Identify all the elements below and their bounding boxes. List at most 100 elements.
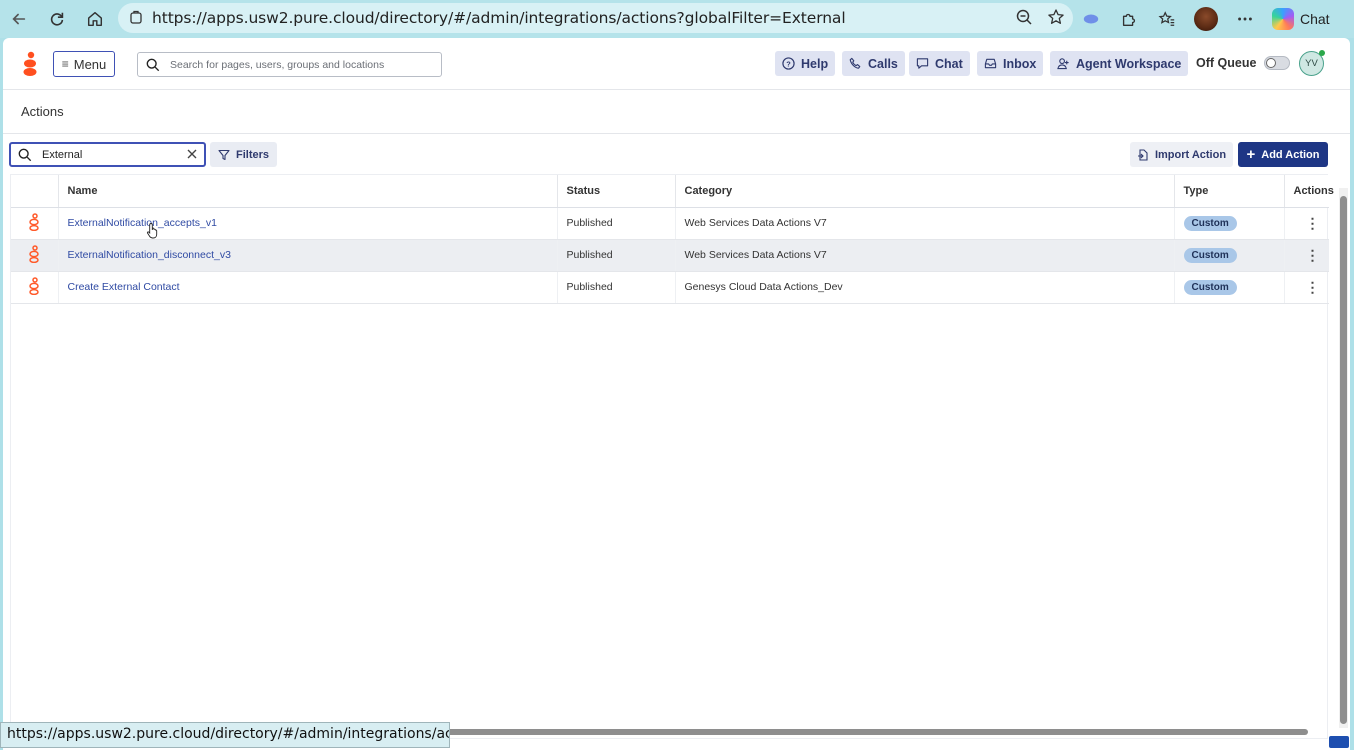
horizontal-scroll-thumb[interactable]	[443, 729, 1308, 735]
table-row[interactable]: Create External Contact Published Genesy…	[11, 271, 1329, 304]
refresh-icon[interactable]	[42, 4, 72, 34]
add-action-button[interactable]: + Add Action	[1238, 142, 1328, 167]
inbox-label: Inbox	[1003, 56, 1037, 71]
type-cell: Custom	[1174, 271, 1285, 304]
chat-label: Chat	[935, 56, 963, 71]
user-initials: YV	[1305, 58, 1318, 69]
favorites-icon[interactable]	[1156, 8, 1178, 30]
address-bar[interactable]: https://apps.usw2.pure.cloud/directory/#…	[118, 3, 1073, 33]
status-cell: Published	[557, 271, 676, 304]
import-action-button[interactable]: Import Action	[1130, 142, 1233, 167]
queue-toggle-switch[interactable]	[1264, 56, 1291, 70]
favorite-star-icon[interactable]	[1047, 8, 1065, 26]
column-header-name[interactable]: Name	[58, 175, 558, 208]
vertical-scrollbar[interactable]	[1339, 188, 1348, 728]
table-header-row: Name Status Category Type Actions	[11, 175, 1334, 208]
help-icon: ?	[782, 57, 795, 70]
copilot-chat-button[interactable]: Chat	[1272, 8, 1330, 30]
action-name-cell: Create External Contact	[58, 271, 558, 304]
app-window: ≡ Menu ? Help Calls Chat Inbox Agent Wor…	[3, 38, 1350, 750]
icon-column-header	[11, 175, 59, 208]
data-action-icon	[29, 212, 39, 231]
clear-filter-icon[interactable]	[186, 148, 198, 160]
help-button[interactable]: ? Help	[775, 51, 836, 76]
data-action-icon	[29, 244, 39, 263]
filters-label: Filters	[235, 148, 269, 161]
column-header-type[interactable]: Type	[1174, 175, 1285, 208]
import-icon	[1137, 148, 1148, 161]
type-badge: Custom	[1183, 247, 1237, 263]
type-badge: Custom	[1183, 279, 1237, 295]
kebab-menu-icon[interactable]: ⋮	[1294, 215, 1320, 232]
action-name-link[interactable]: Create External Contact	[68, 281, 180, 293]
type-cell: Custom	[1174, 239, 1285, 272]
off-queue-label: Off Queue	[1196, 56, 1257, 70]
table-row[interactable]: ExternalNotification_disconnect_v3 Publi…	[11, 239, 1329, 272]
zoom-icon[interactable]	[1015, 8, 1033, 26]
kebab-menu-icon[interactable]: ⋮	[1294, 247, 1320, 264]
action-icon-cell	[11, 271, 59, 304]
action-name-cell: ExternalNotification_accepts_v1	[58, 207, 558, 240]
table-row[interactable]: ExternalNotification_accepts_v1 Publishe…	[11, 207, 1329, 240]
action-name-link[interactable]: ExternalNotification_disconnect_v3	[68, 249, 231, 261]
status-cell: Published	[557, 207, 676, 240]
browser-profile-avatar[interactable]	[1194, 7, 1218, 31]
browser-toolbar: https://apps.usw2.pure.cloud/directory/#…	[0, 0, 1354, 38]
actions-toolbar: Filters Import Action + Add Action	[3, 136, 1350, 174]
funnel-icon	[218, 149, 230, 160]
phone-icon	[849, 57, 861, 69]
action-icon-cell	[11, 239, 59, 272]
link-preview-statusbar: https://apps.usw2.pure.cloud/directory/#…	[0, 722, 450, 748]
off-queue-toggle[interactable]: Off Queue	[1196, 56, 1291, 70]
menu-button[interactable]: ≡ Menu	[53, 51, 115, 77]
data-action-icon	[29, 276, 39, 295]
agent-workspace-button[interactable]: Agent Workspace	[1050, 51, 1189, 76]
search-icon	[146, 58, 160, 71]
add-action-label: Add Action	[1261, 148, 1320, 161]
inbox-icon	[984, 58, 997, 69]
type-badge: Custom	[1183, 215, 1237, 231]
action-name-link[interactable]: ExternalNotification_accepts_v1	[68, 217, 217, 229]
agent-icon	[1057, 58, 1069, 70]
site-info-icon[interactable]	[128, 10, 144, 26]
column-header-category[interactable]: Category	[675, 175, 1175, 208]
actions-table: Name Status Category Type Actions Extern…	[10, 174, 1334, 739]
back-icon[interactable]	[4, 4, 34, 34]
filter-search[interactable]	[9, 142, 206, 167]
corner-widget[interactable]	[1329, 736, 1349, 748]
kebab-menu-icon[interactable]: ⋮	[1294, 279, 1320, 296]
agent-workspace-label: Agent Workspace	[1076, 56, 1182, 71]
vertical-scroll-thumb[interactable]	[1340, 196, 1347, 724]
horizontal-scrollbar[interactable]	[443, 728, 1323, 736]
svg-text:?: ?	[786, 59, 791, 68]
extension-cloud-icon[interactable]	[1080, 8, 1102, 30]
home-icon[interactable]	[80, 4, 110, 34]
column-header-status[interactable]: Status	[557, 175, 676, 208]
row-actions-cell: ⋮	[1284, 271, 1329, 304]
global-search-input[interactable]	[170, 58, 440, 71]
top-navigation: ≡ Menu ? Help Calls Chat Inbox Agent Wor…	[3, 38, 1350, 90]
action-icon-cell	[11, 207, 59, 240]
genesys-logo-icon[interactable]	[20, 51, 40, 77]
filters-button[interactable]: Filters	[210, 142, 277, 167]
global-search[interactable]	[137, 52, 442, 77]
action-name-cell: ExternalNotification_disconnect_v3	[58, 239, 558, 272]
menu-label: Menu	[73, 56, 107, 72]
url-text[interactable]: https://apps.usw2.pure.cloud/directory/#…	[152, 9, 846, 27]
page-title: Actions	[21, 104, 64, 119]
plus-icon: +	[1246, 146, 1256, 163]
chat-button[interactable]: Chat	[909, 51, 970, 76]
import-action-label: Import Action	[1154, 148, 1227, 161]
inbox-button[interactable]: Inbox	[977, 51, 1044, 76]
extensions-puzzle-icon[interactable]	[1118, 8, 1140, 30]
more-options-icon[interactable]	[1234, 8, 1256, 30]
calls-button[interactable]: Calls	[842, 51, 905, 76]
column-header-actions: Actions	[1284, 175, 1334, 208]
row-actions-cell: ⋮	[1284, 239, 1329, 272]
search-icon	[18, 148, 32, 161]
category-cell: Genesys Cloud Data Actions_Dev	[675, 271, 1175, 304]
row-actions-cell: ⋮	[1284, 207, 1329, 240]
help-label: Help	[801, 56, 829, 71]
hamburger-icon: ≡	[61, 57, 69, 71]
filter-input[interactable]	[42, 148, 177, 161]
